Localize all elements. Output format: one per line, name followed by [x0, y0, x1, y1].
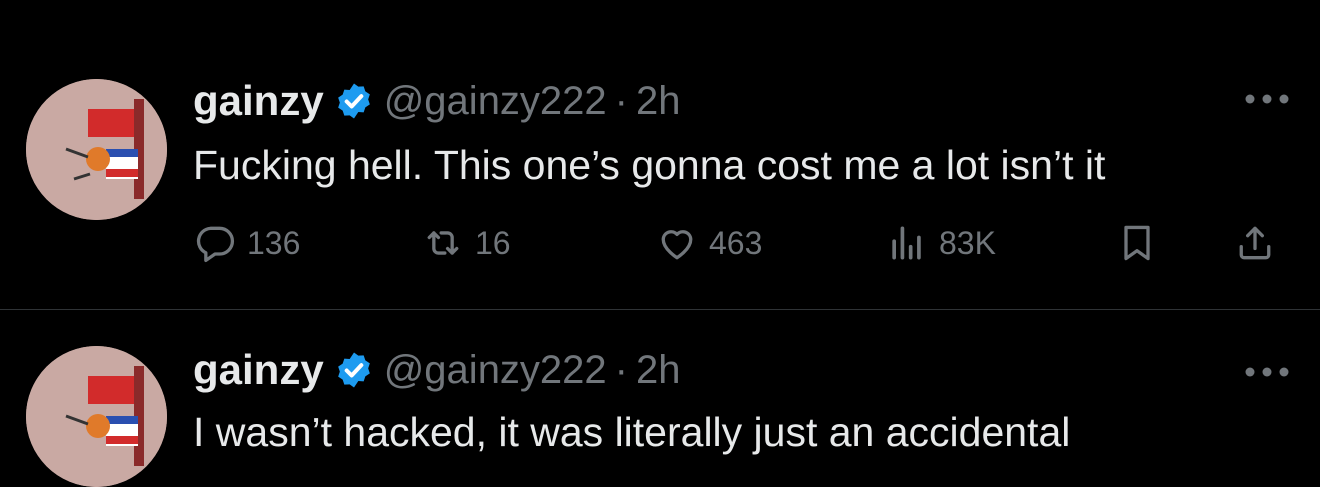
tweet-text: Fucking hell. This one’s gonna cost me a… — [193, 142, 1106, 188]
display-name[interactable]: gainzy — [193, 77, 324, 125]
tweet[interactable]: gainzy @gainzy222 · 2h Fucking hell. Thi… — [0, 0, 1320, 310]
more-horizontal-icon[interactable] — [1244, 92, 1290, 106]
share-button[interactable] — [1233, 218, 1277, 268]
tweet-header: gainzy @gainzy222 · 2h — [193, 76, 681, 126]
handle[interactable]: @gainzy222 — [384, 348, 607, 393]
verified-badge-icon — [337, 83, 370, 119]
tweet-divider — [0, 309, 1320, 310]
retweet-icon — [427, 231, 459, 255]
display-name[interactable]: gainzy — [193, 346, 324, 394]
heart-icon — [661, 230, 693, 260]
tweet-actions: 136 16 463 83K — [193, 218, 1293, 268]
retweet-button[interactable]: 16 — [421, 218, 511, 268]
view-count: 83K — [939, 224, 996, 261]
more-horizontal-icon[interactable] — [1244, 365, 1290, 379]
retweet-count: 16 — [475, 224, 511, 261]
tweet-text: I wasn’t hacked, it was literally just a… — [193, 409, 1071, 455]
avatar[interactable] — [26, 79, 167, 220]
bookmark-button[interactable] — [1115, 218, 1159, 268]
avatar-image — [26, 346, 167, 487]
views-button[interactable]: 83K — [885, 218, 996, 268]
like-button[interactable]: 463 — [655, 218, 762, 268]
separator: · — [614, 78, 628, 123]
reply-button[interactable]: 136 — [193, 218, 300, 268]
share-icon — [1239, 226, 1271, 260]
separator: · — [614, 347, 628, 392]
like-count: 463 — [709, 224, 763, 261]
handle[interactable]: @gainzy222 — [384, 79, 607, 124]
verified-badge-icon — [337, 352, 370, 388]
timestamp[interactable]: 2h — [636, 79, 681, 124]
reply-count: 136 — [247, 224, 301, 261]
tweet[interactable]: gainzy @gainzy222 · 2h I wasn’t hacked, … — [0, 311, 1320, 487]
avatar[interactable] — [26, 346, 167, 487]
avatar-image — [26, 79, 167, 220]
bookmark-icon — [1124, 225, 1150, 261]
views-chart-icon — [892, 226, 921, 260]
timestamp[interactable]: 2h — [636, 348, 681, 393]
tweet-header: gainzy @gainzy222 · 2h — [193, 345, 681, 395]
reply-icon — [196, 226, 235, 263]
